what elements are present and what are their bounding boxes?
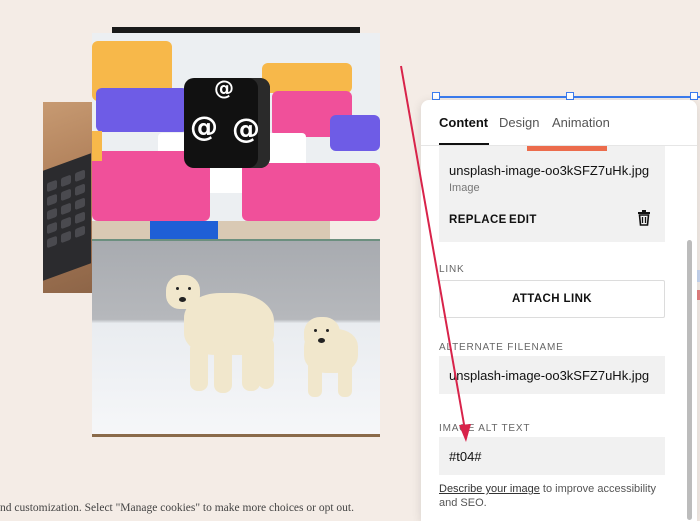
bear-leg bbox=[258, 337, 274, 389]
bear-leg bbox=[338, 361, 352, 397]
alternate-filename-input[interactable]: unsplash-image-oo3kSFZ7uHk.jpg bbox=[439, 356, 665, 394]
purple-block-right bbox=[330, 115, 380, 151]
alt-text-helper: Describe your image to improve accessibi… bbox=[439, 482, 675, 510]
threads-logo-image[interactable]: @ @ @ bbox=[92, 33, 380, 221]
image-settings-panel: Content Design Animation unsplash-image-… bbox=[421, 100, 697, 521]
blue-object bbox=[150, 221, 218, 239]
tab-animation[interactable]: Animation bbox=[552, 115, 610, 130]
orange-block-right bbox=[262, 63, 352, 93]
threads-cube: @ @ @ bbox=[184, 76, 270, 168]
bear-leg bbox=[214, 345, 232, 393]
image-alt-text-input[interactable]: #t04# bbox=[439, 437, 665, 475]
purple-block bbox=[96, 88, 188, 132]
image-bottom-edge bbox=[92, 434, 380, 437]
panel-scrollbar[interactable] bbox=[687, 240, 692, 520]
bear-eye bbox=[314, 329, 317, 332]
tab-design[interactable]: Design bbox=[499, 115, 539, 130]
bear-head bbox=[166, 275, 200, 309]
replace-button[interactable]: REPLACE bbox=[449, 214, 507, 226]
pink-block-bottom bbox=[242, 163, 380, 221]
threads-icon: @ bbox=[214, 76, 234, 100]
threads-icon: @ bbox=[232, 112, 260, 145]
image-file-card: unsplash-image-oo3kSFZ7uHk.jpg Image REP… bbox=[439, 146, 665, 242]
file-type: Image bbox=[449, 182, 480, 194]
alternate-filename-label: ALTERNATE FILENAME bbox=[439, 342, 564, 353]
laptop-keyboard bbox=[43, 153, 91, 281]
image-alt-text-label: IMAGE ALT TEXT bbox=[439, 423, 531, 434]
selection-handle[interactable] bbox=[566, 92, 574, 100]
image-collage: @ @ @ nd customization. Select "Manage c… bbox=[0, 0, 400, 521]
upload-progress-bar bbox=[527, 146, 607, 151]
edit-button[interactable]: EDIT bbox=[509, 214, 537, 226]
attach-link-button[interactable]: ATTACH LINK bbox=[439, 280, 665, 318]
orange-block-left-low bbox=[92, 131, 102, 161]
active-tab-indicator bbox=[439, 143, 489, 145]
bear-eye bbox=[188, 287, 191, 290]
polar-bears-image[interactable] bbox=[92, 239, 380, 437]
bear-nose bbox=[318, 338, 325, 343]
bear-eye bbox=[176, 287, 179, 290]
bear-eye bbox=[326, 329, 329, 332]
selection-handle[interactable] bbox=[690, 92, 698, 100]
bear-leg bbox=[190, 341, 208, 391]
file-name: unsplash-image-oo3kSFZ7uHk.jpg bbox=[449, 163, 650, 178]
bear-head bbox=[304, 317, 340, 351]
panel-scroll-area: unsplash-image-oo3kSFZ7uHk.jpg Image REP… bbox=[421, 146, 697, 521]
threads-icon: @ bbox=[190, 110, 218, 143]
cookie-banner-text: nd customization. Select "Manage cookies… bbox=[0, 502, 354, 514]
bear-leg bbox=[308, 361, 322, 397]
describe-image-link[interactable]: Describe your image bbox=[439, 483, 540, 495]
link-label: LINK bbox=[439, 264, 465, 275]
panel-tabs: Content Design Animation bbox=[421, 100, 697, 146]
bear-nose bbox=[179, 297, 186, 302]
image-strip bbox=[92, 221, 330, 239]
selection-handle[interactable] bbox=[432, 92, 440, 100]
trash-icon[interactable] bbox=[637, 210, 651, 226]
tab-content[interactable]: Content bbox=[439, 115, 488, 130]
